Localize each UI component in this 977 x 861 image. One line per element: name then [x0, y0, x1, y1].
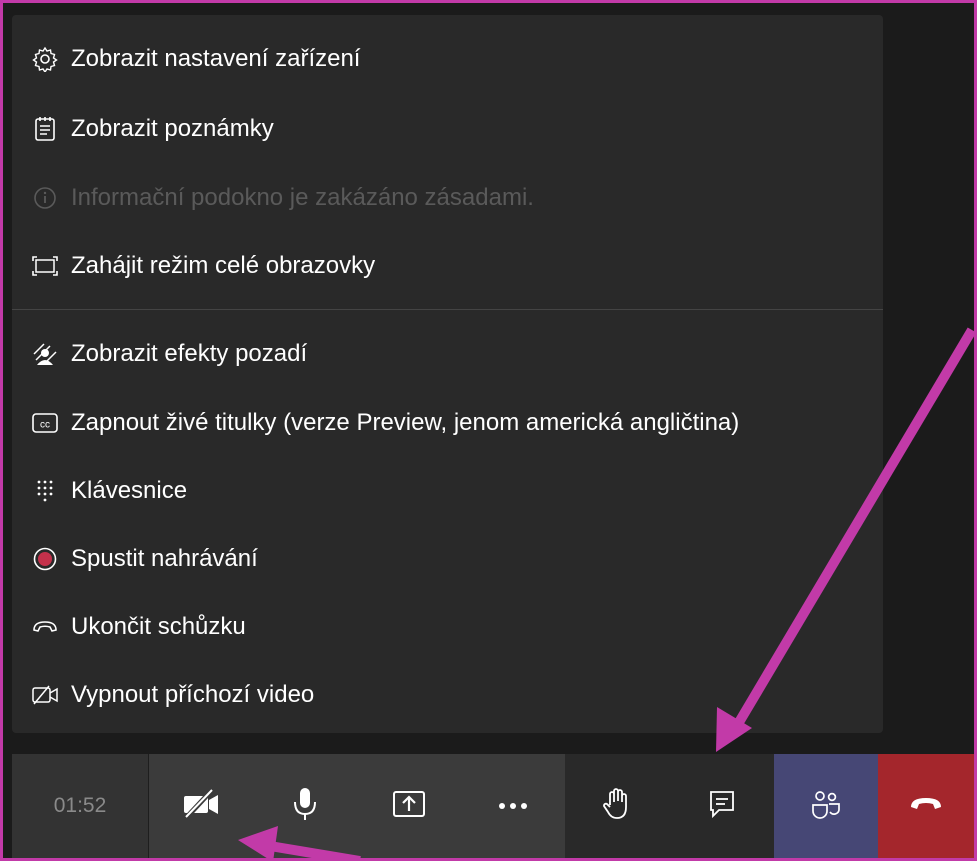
gear-icon — [31, 45, 59, 73]
fullscreen-icon — [31, 252, 59, 280]
menu-item-incoming-video-off[interactable]: Vypnout příchozí video — [12, 669, 883, 721]
camera-toggle-button[interactable] — [149, 754, 253, 858]
microphone-button[interactable] — [253, 754, 357, 858]
menu-item-label: Zobrazit nastavení zařízení — [71, 45, 361, 72]
menu-item-live-captions[interactable]: cc Zapnout živé titulky (verze Preview, … — [12, 397, 883, 449]
chat-button[interactable] — [670, 754, 775, 858]
raise-hand-button[interactable] — [565, 754, 670, 858]
more-options-button[interactable] — [461, 754, 565, 858]
microphone-icon — [292, 786, 318, 827]
svg-text:cc: cc — [40, 420, 50, 431]
menu-item-label: Zapnout živé titulky (verze Preview, jen… — [71, 409, 740, 436]
incoming-video-off-icon — [31, 681, 59, 709]
participants-button[interactable] — [774, 754, 878, 858]
menu-item-background-effects[interactable]: Zobrazit efekty pozadí — [12, 328, 883, 380]
toolbar-interaction-group — [565, 754, 774, 858]
captions-icon: cc — [31, 409, 59, 437]
menu-item-label: Informační podokno je zakázáno zásadami. — [71, 184, 534, 211]
menu-item-label: Vypnout příchozí video — [71, 681, 315, 708]
info-icon — [31, 184, 59, 212]
chat-icon — [708, 789, 736, 824]
raise-hand-icon — [602, 787, 632, 826]
notes-icon — [31, 115, 59, 143]
share-screen-icon — [392, 789, 426, 824]
record-icon — [31, 545, 59, 573]
toolbar-media-group — [149, 754, 565, 858]
menu-item-fullscreen[interactable]: Zahájit režim celé obrazovky — [12, 240, 883, 292]
menu-item-label: Klávesnice — [71, 477, 188, 504]
menu-item-label: Zobrazit poznámky — [71, 115, 274, 142]
share-screen-button[interactable] — [357, 754, 461, 858]
more-options-icon — [498, 797, 528, 815]
more-actions-menu: Zobrazit nastavení zařízení Zobrazit poz… — [12, 15, 883, 733]
menu-item-device-settings[interactable]: Zobrazit nastavení zařízení — [12, 33, 883, 85]
menu-item-dialpad[interactable]: Klávesnice — [12, 465, 883, 517]
camera-off-icon — [182, 787, 220, 824]
menu-item-end-meeting[interactable]: Ukončit schůzku — [12, 601, 883, 653]
menu-item-label: Ukončit schůzku — [71, 613, 246, 640]
background-effects-icon — [31, 340, 59, 368]
menu-item-notes[interactable]: Zobrazit poznámky — [12, 103, 883, 155]
end-meeting-icon — [31, 613, 59, 641]
call-timer: 01:52 — [12, 754, 148, 858]
menu-divider — [12, 309, 883, 310]
participants-icon — [809, 789, 843, 824]
menu-item-label: Zahájit režim celé obrazovky — [71, 252, 376, 279]
hang-up-icon — [909, 795, 943, 818]
dialpad-icon — [31, 477, 59, 505]
menu-item-label: Zobrazit efekty pozadí — [71, 340, 308, 367]
hang-up-button[interactable] — [878, 754, 974, 858]
menu-item-info-pane-disabled: Informační podokno je zakázáno zásadami. — [12, 172, 883, 224]
call-toolbar: 01:52 — [12, 754, 974, 858]
menu-item-start-recording[interactable]: Spustit nahrávání — [12, 533, 883, 585]
menu-item-label: Spustit nahrávání — [71, 545, 258, 572]
